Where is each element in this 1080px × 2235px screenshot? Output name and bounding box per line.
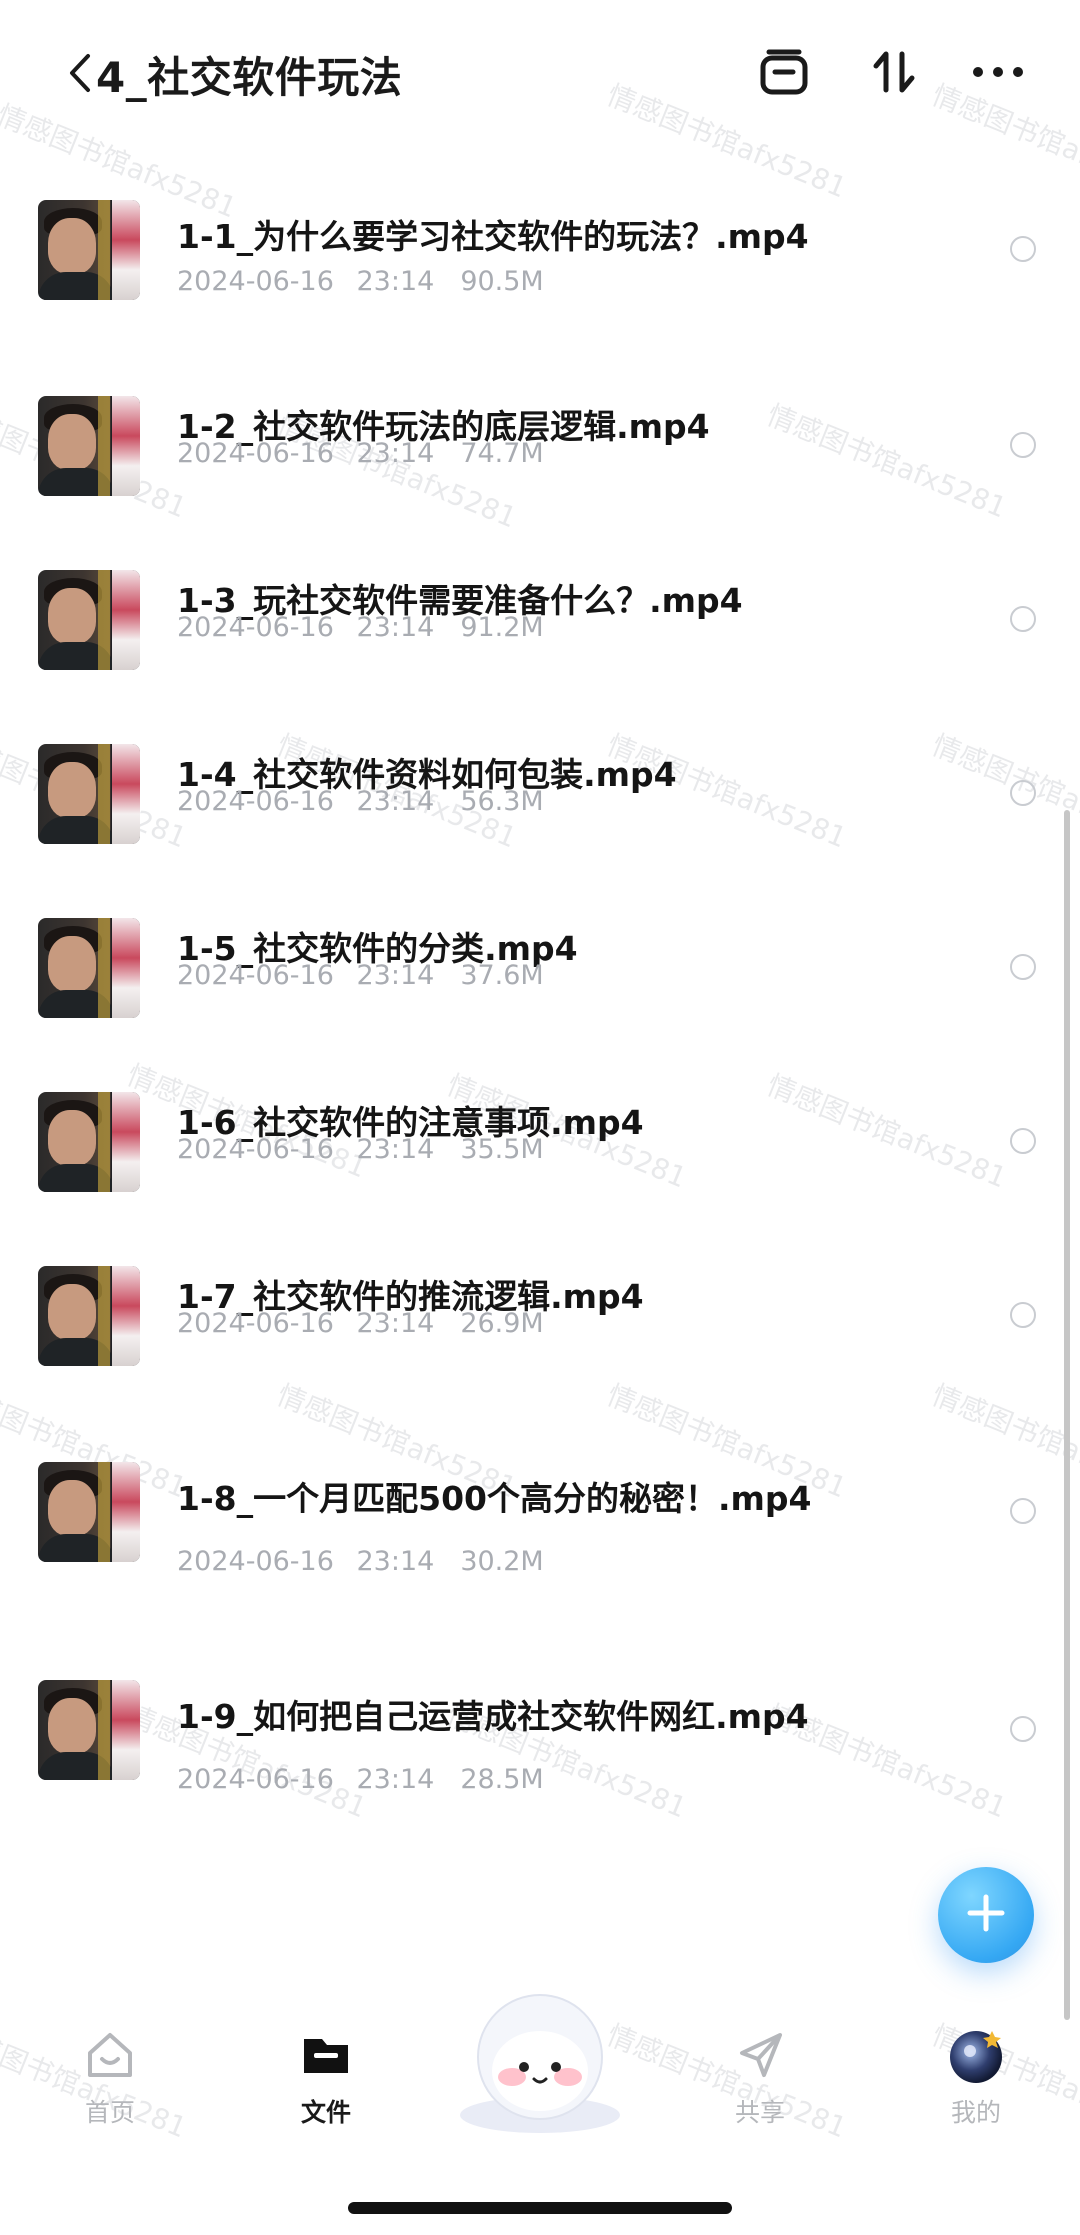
home-indicator[interactable]: [348, 2202, 732, 2214]
nav-home[interactable]: 首页: [40, 2025, 180, 2129]
file-meta: 2024-06-16 23:14 91.2M: [177, 612, 544, 643]
video-thumbnail: [38, 1092, 140, 1192]
nav-home-label: 首页: [84, 2098, 135, 2127]
file-date: 2024-06-16 23:14: [177, 1764, 435, 1795]
file-name: 1-8_一个月匹配500个高分的秘密！.mp4: [177, 1479, 812, 1518]
file-size: 30.2M: [460, 1546, 544, 1577]
file-size: 26.9M: [460, 1308, 544, 1339]
file-row[interactable]: 1-3_玩社交软件需要准备什么？.mp4 2024-06-16 23:14 91.…: [0, 570, 1080, 720]
more-icon[interactable]: [966, 40, 1030, 104]
file-meta: 2024-06-16 23:14 28.5M: [177, 1764, 544, 1795]
nav-share[interactable]: 共享: [690, 2025, 830, 2129]
file-size: 35.5M: [460, 1134, 544, 1165]
file-size: 91.2M: [460, 612, 544, 643]
video-thumbnail: [38, 396, 140, 496]
add-button[interactable]: [938, 1867, 1034, 1963]
scrollbar[interactable]: [1064, 810, 1070, 2020]
file-row[interactable]: 1-1_为什么要学习社交软件的玩法？.mp4 2024-06-16 23:14 9…: [0, 200, 1080, 350]
select-radio[interactable]: [1010, 432, 1036, 458]
select-radio[interactable]: [1010, 1302, 1036, 1328]
select-radio[interactable]: [1010, 236, 1036, 262]
file-meta: 2024-06-16 23:14 35.5M: [177, 1134, 544, 1165]
file-meta: 2024-06-16 23:14 30.2M: [177, 1546, 544, 1577]
file-row[interactable]: 1-6_社交软件的注意事项.mp4 2024-06-16 23:14 35.5M: [0, 1092, 1080, 1242]
select-radio[interactable]: [1010, 1716, 1036, 1742]
video-thumbnail: [38, 200, 140, 300]
sort-icon[interactable]: [862, 40, 926, 104]
plus-icon: [964, 1891, 1008, 1939]
nav-files[interactable]: 文件: [256, 2025, 396, 2129]
video-thumbnail: [38, 1266, 140, 1366]
file-date: 2024-06-16 23:14: [177, 612, 435, 643]
file-date: 2024-06-16 23:14: [177, 1308, 435, 1339]
file-date: 2024-06-16 23:14: [177, 960, 435, 991]
file-meta: 2024-06-16 23:14 74.7M: [177, 438, 544, 469]
select-radio[interactable]: [1010, 1128, 1036, 1154]
file-meta: 2024-06-16 23:14 26.9M: [177, 1308, 544, 1339]
nav-profile[interactable]: 我的: [906, 2025, 1046, 2129]
file-name: 1-1_为什么要学习社交软件的玩法？.mp4: [177, 217, 809, 256]
file-size: 37.6M: [460, 960, 544, 991]
file-row[interactable]: 1-8_一个月匹配500个高分的秘密！.mp4 2024-06-16 23:14…: [0, 1462, 1080, 1612]
nav-profile-label: 我的: [950, 2098, 1001, 2127]
file-date: 2024-06-16 23:14: [177, 266, 435, 297]
select-radio[interactable]: [1010, 606, 1036, 632]
file-meta: 2024-06-16 23:14 37.6M: [177, 960, 544, 991]
share-icon: [730, 2025, 790, 2085]
page-title: 4_社交软件玩法: [96, 53, 403, 102]
file-row[interactable]: 1-4_社交软件资料如何包装.mp4 2024-06-16 23:14 56.3M: [0, 744, 1080, 894]
file-row[interactable]: 1-5_社交软件的分类.mp4 2024-06-16 23:14 37.6M: [0, 918, 1080, 1068]
archive-icon[interactable]: [752, 40, 816, 104]
video-thumbnail: [38, 1680, 140, 1780]
top-bar: 4_社交软件玩法: [0, 0, 1080, 150]
avatar-icon: [946, 2025, 1006, 2085]
nav-share-label: 共享: [734, 2098, 785, 2127]
file-row[interactable]: 1-9_如何把自己运营成社交软件网红.mp4 2024-06-16 23:14 2…: [0, 1680, 1080, 1830]
file-date: 2024-06-16 23:14: [177, 786, 435, 817]
select-radio[interactable]: [1010, 954, 1036, 980]
file-date: 2024-06-16 23:14: [177, 1134, 435, 1165]
folder-icon: [296, 2025, 356, 2085]
video-thumbnail: [38, 1462, 140, 1562]
back-icon[interactable]: [62, 48, 98, 98]
video-thumbnail: [38, 918, 140, 1018]
file-meta: 2024-06-16 23:14 90.5M: [177, 266, 544, 297]
bottom-nav: 首页 文件 共享 我的: [0, 1985, 1080, 2235]
file-meta: 2024-06-16 23:14 56.3M: [177, 786, 544, 817]
file-row[interactable]: 1-2_社交软件玩法的底层逻辑.mp4 2024-06-16 23:14 74.7…: [0, 396, 1080, 546]
home-icon: [80, 2025, 140, 2085]
mascot-button[interactable]: [450, 1975, 630, 2135]
video-thumbnail: [38, 744, 140, 844]
video-thumbnail: [38, 570, 140, 670]
select-radio[interactable]: [1010, 780, 1036, 806]
file-date: 2024-06-16 23:14: [177, 1546, 435, 1577]
file-date: 2024-06-16 23:14: [177, 438, 435, 469]
file-browser-page: 情感图书馆afx5281 情感图书馆afx5281 情感图书馆afx5281 情…: [0, 0, 1080, 2235]
select-radio[interactable]: [1010, 1498, 1036, 1524]
file-size: 90.5M: [460, 266, 544, 297]
file-size: 74.7M: [460, 438, 544, 469]
file-row[interactable]: 1-7_社交软件的推流逻辑.mp4 2024-06-16 23:14 26.9M: [0, 1266, 1080, 1416]
file-size: 28.5M: [460, 1764, 544, 1795]
file-size: 56.3M: [460, 786, 544, 817]
nav-files-label: 文件: [300, 2098, 351, 2127]
file-name: 1-9_如何把自己运营成社交软件网红.mp4: [177, 1697, 809, 1736]
